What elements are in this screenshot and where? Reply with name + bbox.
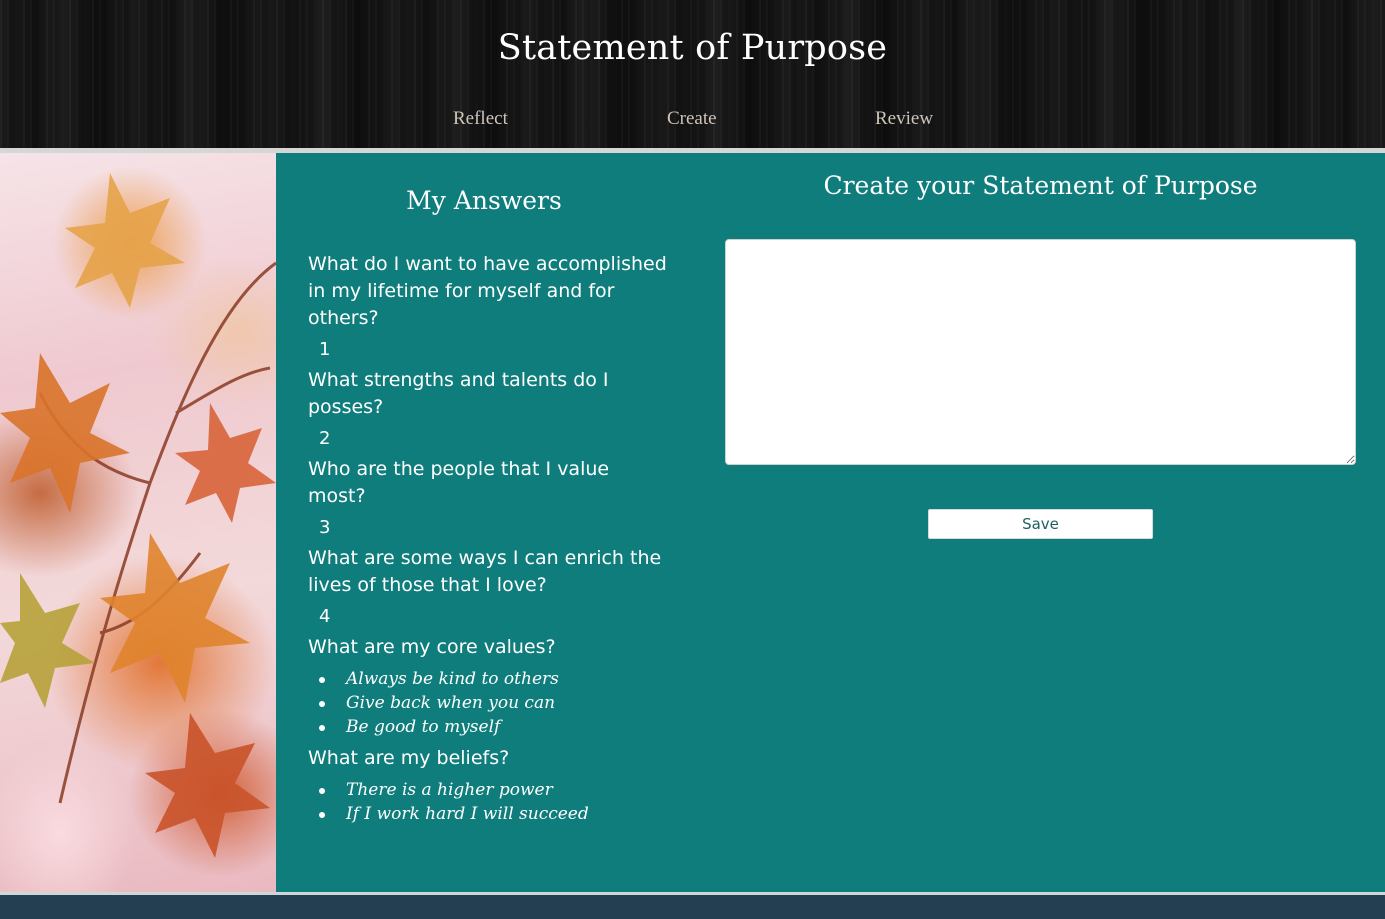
statement-textarea[interactable]: [725, 239, 1356, 465]
footer-divider: [0, 892, 1385, 895]
beliefs-list: There is a higher power If I work hard I…: [308, 778, 668, 826]
list-item: If I work hard I will succeed: [318, 802, 668, 826]
question-beliefs: What are my beliefs?: [308, 747, 510, 769]
answer-people: 3: [319, 517, 331, 538]
answer-enrich: 4: [319, 606, 331, 627]
my-answers-heading: My Answers: [406, 186, 562, 215]
list-item: There is a higher power: [318, 778, 668, 802]
site-header: Statement of Purpose Reflect Create Revi…: [0, 0, 1385, 148]
nav-link-review[interactable]: Review: [875, 108, 933, 130]
list-item: Always be kind to others: [318, 667, 668, 691]
maple-leaves-illustration: [0, 173, 276, 858]
list-item: Give back when you can: [318, 691, 668, 715]
question-accomplished: What do I want to have accomplished in m…: [308, 253, 667, 329]
nav-link-reflect[interactable]: Reflect: [453, 108, 508, 130]
list-item: Be good to myself: [318, 715, 668, 739]
answer-accomplished: 1: [319, 339, 331, 360]
answer-strengths: 2: [319, 428, 331, 449]
nav-link-create[interactable]: Create: [667, 108, 717, 130]
main-content: My Answers What do I want to have accomp…: [276, 153, 1385, 892]
core-values-list: Always be kind to others Give back when …: [308, 667, 668, 739]
question-people: Who are the people that I value most?: [308, 458, 610, 507]
answers-list: What do I want to have accomplished in m…: [308, 251, 668, 832]
create-statement-heading: Create your Statement of Purpose: [823, 171, 1258, 200]
site-title: Statement of Purpose: [497, 28, 888, 68]
save-button[interactable]: Save: [928, 509, 1153, 539]
question-core-values: What are my core values?: [308, 636, 556, 658]
question-strengths: What strengths and talents do I posses?: [308, 369, 609, 418]
question-enrich: What are some ways I can enrich the live…: [308, 547, 662, 596]
autumn-leaves-image: [0, 153, 276, 892]
